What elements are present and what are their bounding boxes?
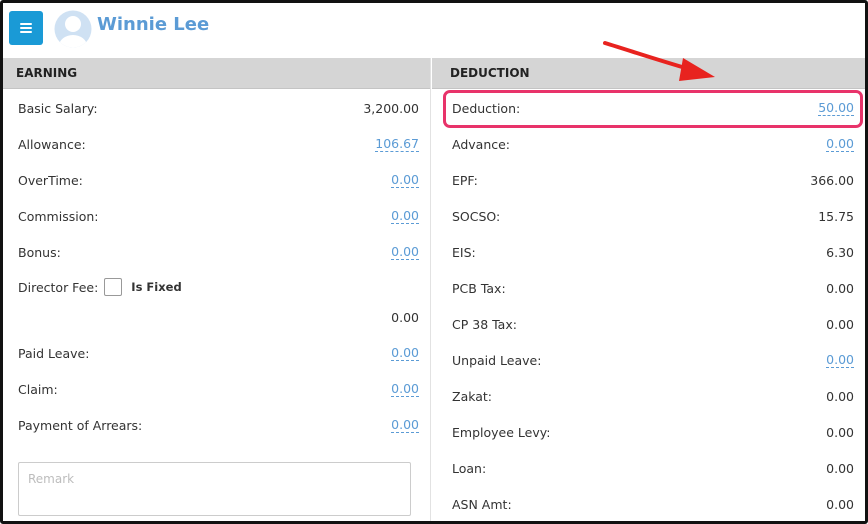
earning-row-basic-salary: Basic Salary: 3,200.00 (3, 90, 431, 126)
deduction-row-deduction: Deduction: 50.00 (432, 90, 865, 126)
deduction-row-socso: SOCSO: 15.75 (432, 198, 865, 234)
deduction-row-cp38-tax: CP 38 Tax: 0.00 (432, 306, 865, 342)
top-bar: Winnie Lee (3, 3, 865, 58)
row-label: Basic Salary: (18, 100, 98, 116)
hamburger-menu-icon (20, 23, 32, 33)
deduction-row-employee-levy: Employee Levy: 0.00 (432, 414, 865, 450)
bonus-value-link[interactable]: 0.00 (391, 244, 419, 260)
deduction-header: DEDUCTION (432, 58, 865, 89)
row-label: Bonus: (18, 244, 61, 260)
deduction-panel: DEDUCTION Deduction: 50.00 Advance: 0.00… (432, 58, 865, 521)
row-label: Employee Levy: (452, 424, 551, 440)
deduction-row-unpaid-leave: Unpaid Leave: 0.00 (432, 342, 865, 378)
earning-row-director-fee-value: 0.00 (3, 299, 431, 335)
row-label: ASN Amt: (452, 496, 512, 512)
user-avatar-icon (54, 10, 92, 48)
payment-of-arrears-value-link[interactable]: 0.00 (391, 417, 419, 433)
earning-row-commission: Commission: 0.00 (3, 198, 431, 234)
allowance-value-link[interactable]: 106.67 (375, 136, 419, 152)
employee-name: Winnie Lee (97, 14, 210, 35)
row-label: Unpaid Leave: (452, 352, 542, 368)
payroll-window: Winnie Lee EARNING Basic Salary: 3,200.0… (0, 0, 868, 524)
row-label: Advance: (452, 136, 511, 152)
deduction-row-pcb-tax: PCB Tax: 0.00 (432, 270, 865, 306)
earning-panel: EARNING Basic Salary: 3,200.00 Allowance… (3, 58, 431, 521)
row-label: Director Fee: (18, 279, 99, 295)
row-label: Allowance: (18, 136, 86, 152)
deduction-row-advance: Advance: 0.00 (432, 126, 865, 162)
earning-row-paid-leave: Paid Leave: 0.00 (3, 335, 431, 371)
row-label: Paid Leave: (18, 345, 90, 361)
asn-amt-value: 0.00 (826, 496, 854, 512)
deduction-row-eis: EIS: 6.30 (432, 234, 865, 270)
earning-row-claim: Claim: 0.00 (3, 371, 431, 407)
advance-value-link[interactable]: 0.00 (826, 136, 854, 152)
row-label: Loan: (452, 460, 487, 476)
earning-row-allowance: Allowance: 106.67 (3, 126, 431, 162)
row-label: OverTime: (18, 172, 83, 188)
row-label: Deduction: (452, 100, 521, 116)
row-label: Claim: (18, 381, 58, 397)
zakat-value: 0.00 (826, 388, 854, 404)
row-label: Commission: (18, 208, 99, 224)
loan-value: 0.00 (826, 460, 854, 476)
deduction-row-zakat: Zakat: 0.00 (432, 378, 865, 414)
commission-value-link[interactable]: 0.00 (391, 208, 419, 224)
row-label: Payment of Arrears: (18, 417, 143, 433)
row-label: Zakat: (452, 388, 493, 404)
earning-row-overtime: OverTime: 0.00 (3, 162, 431, 198)
menu-button[interactable] (9, 11, 43, 45)
paid-leave-value-link[interactable]: 0.00 (391, 345, 419, 361)
claim-value-link[interactable]: 0.00 (391, 381, 419, 397)
deduction-row-epf: EPF: 366.00 (432, 162, 865, 198)
socso-value: 15.75 (818, 208, 854, 224)
row-label: SOCSO: (452, 208, 501, 224)
eis-value: 6.30 (826, 244, 854, 260)
deduction-value-link[interactable]: 50.00 (818, 100, 854, 116)
earning-row-bonus: Bonus: 0.00 (3, 234, 431, 270)
cp38-tax-value: 0.00 (826, 316, 854, 332)
basic-salary-value: 3,200.00 (363, 100, 419, 116)
deduction-row-asn-amt: ASN Amt: 0.00 (432, 486, 865, 521)
pcb-tax-value: 0.00 (826, 280, 854, 296)
row-label: EIS: (452, 244, 476, 260)
row-label: PCB Tax: (452, 280, 506, 296)
is-fixed-checkbox[interactable] (104, 278, 123, 296)
is-fixed-label: Is Fixed (131, 280, 182, 294)
director-fee-value[interactable]: 0.00 (391, 310, 419, 325)
row-label: EPF: (452, 172, 478, 188)
earning-row-payment-of-arrears: Payment of Arrears: 0.00 (3, 407, 431, 443)
remark-textarea[interactable]: Remark (18, 462, 411, 516)
employee-levy-value: 0.00 (826, 424, 854, 440)
unpaid-leave-value-link[interactable]: 0.00 (826, 352, 854, 368)
overtime-value-link[interactable]: 0.00 (391, 172, 419, 188)
deduction-row-loan: Loan: 0.00 (432, 450, 865, 486)
epf-value: 366.00 (810, 172, 854, 188)
row-label: CP 38 Tax: (452, 316, 517, 332)
earning-header: EARNING (3, 58, 430, 89)
